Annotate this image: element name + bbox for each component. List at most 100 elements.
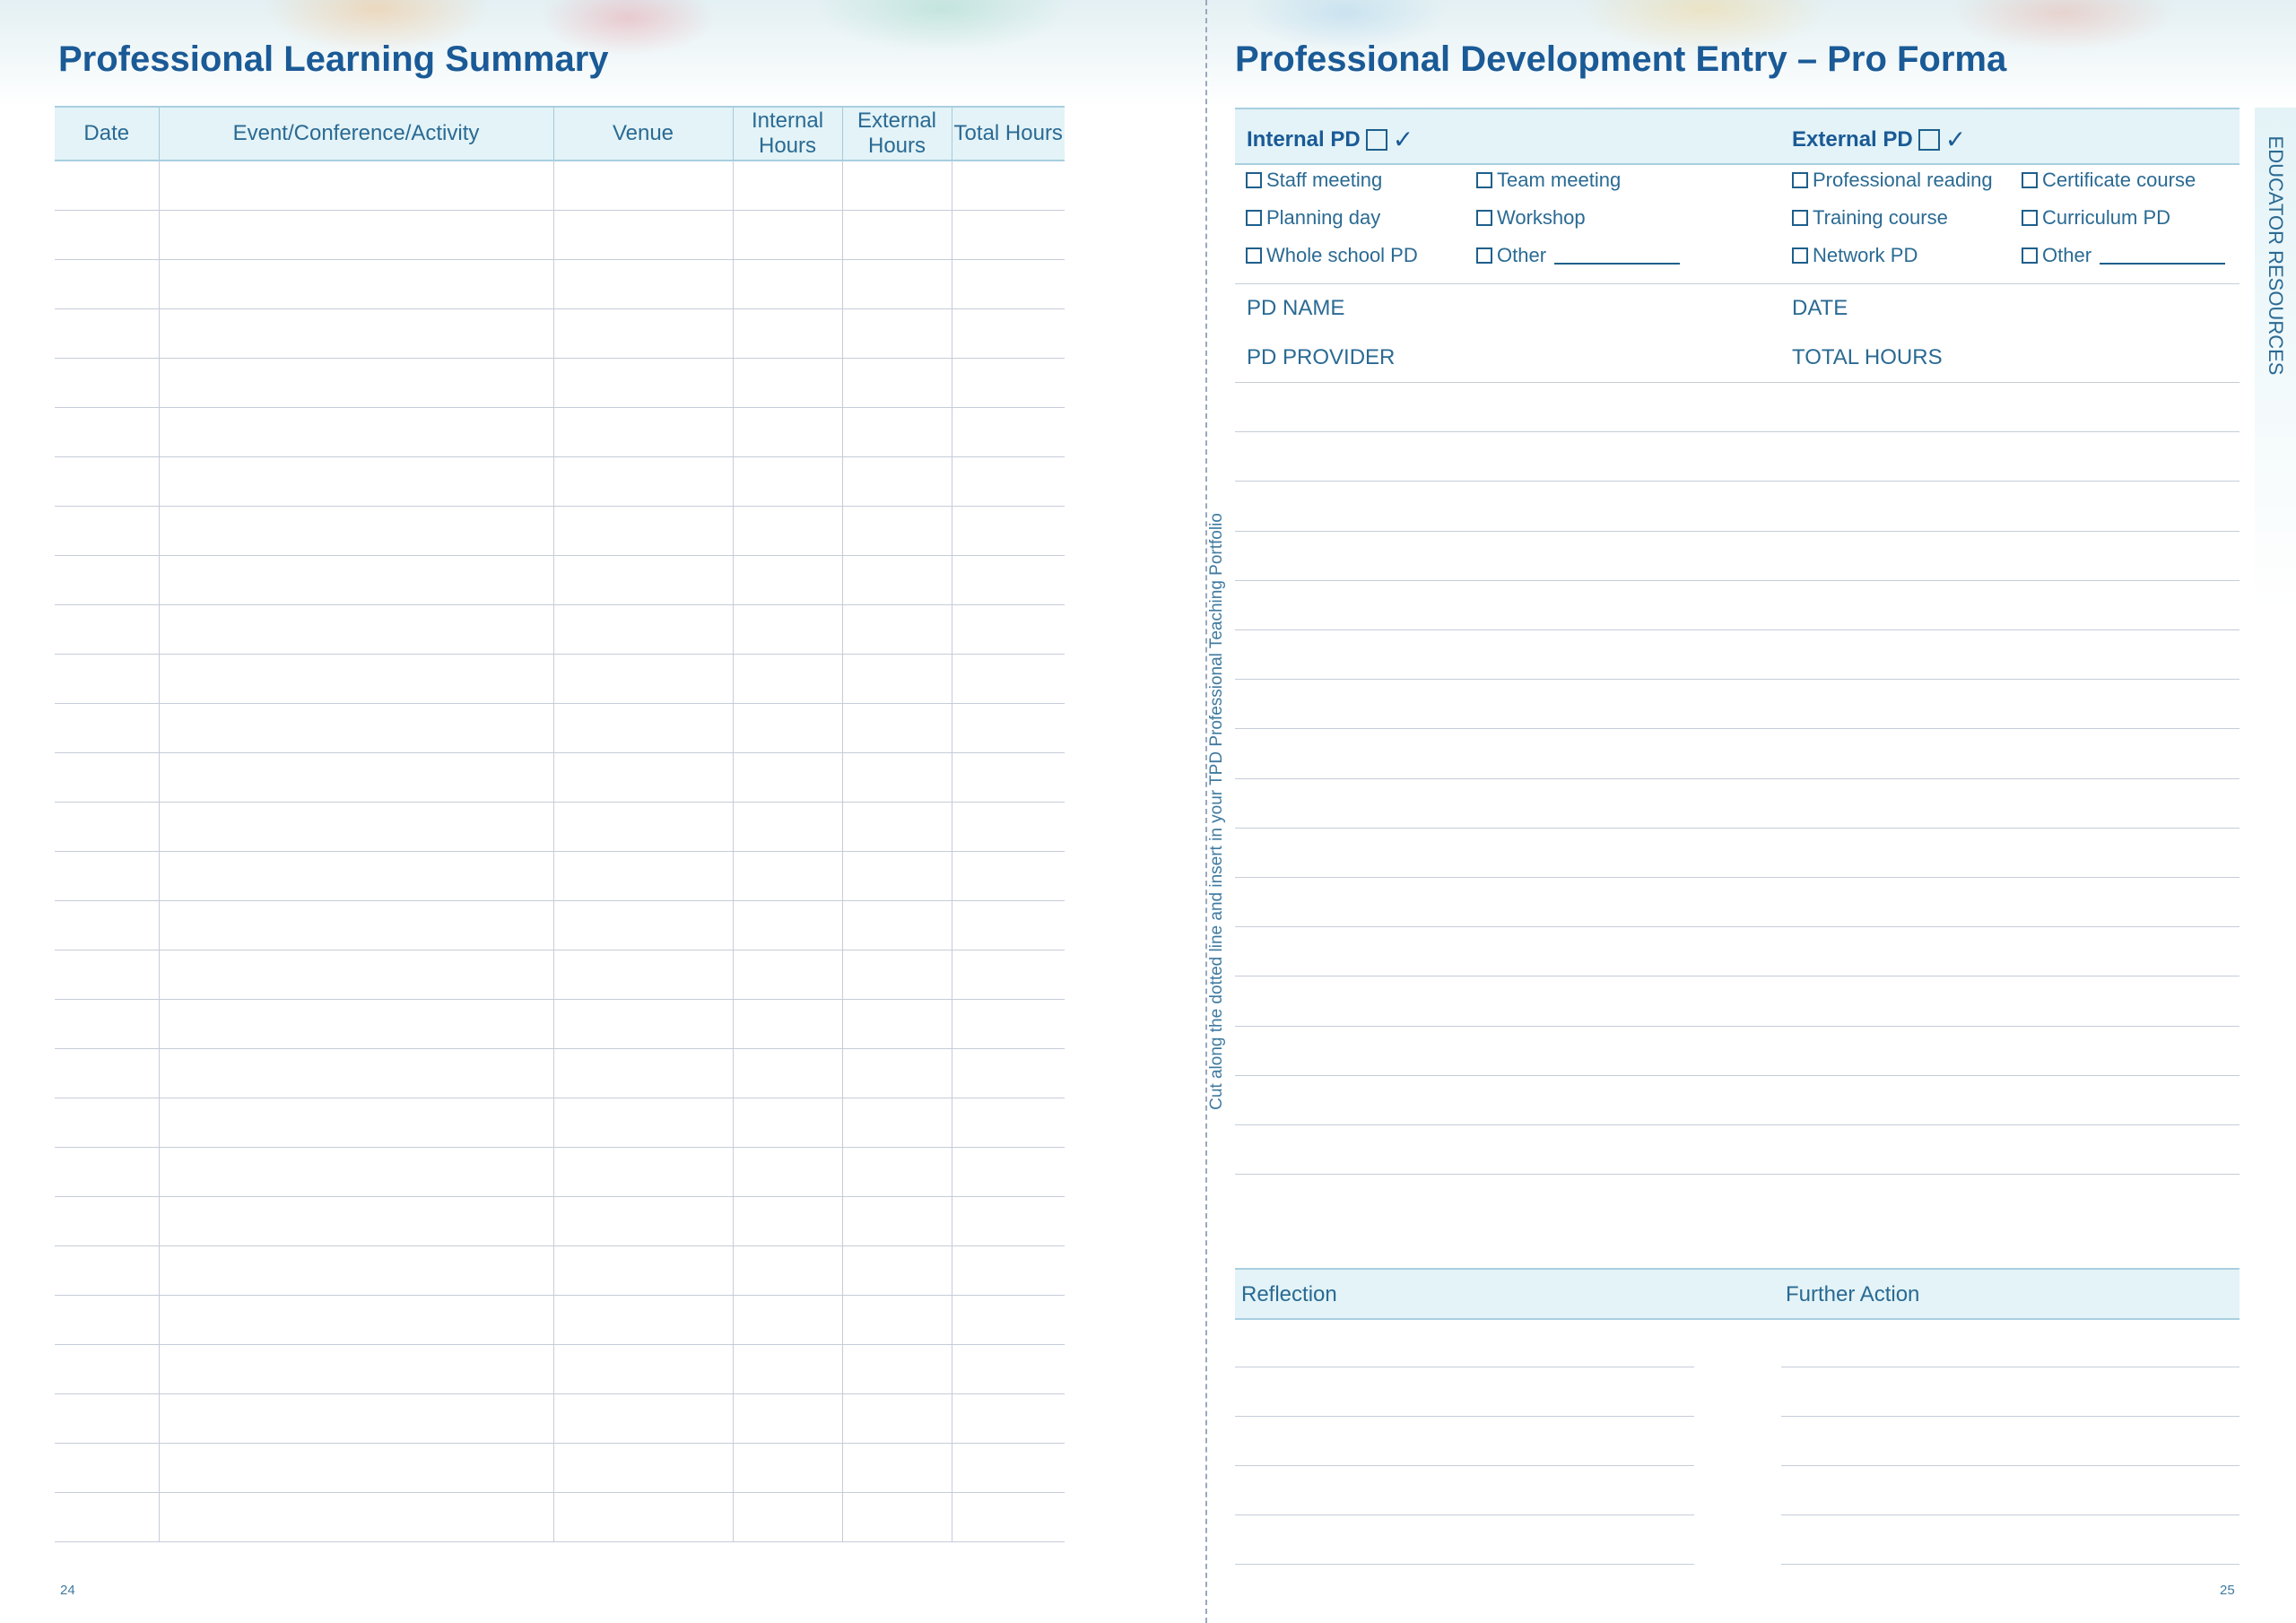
table-cell[interactable] bbox=[55, 210, 159, 260]
table-cell[interactable] bbox=[158, 752, 553, 803]
table-cell[interactable] bbox=[552, 308, 733, 359]
table-cell[interactable] bbox=[158, 950, 553, 1000]
table-cell[interactable] bbox=[55, 900, 159, 950]
table-cell[interactable] bbox=[951, 259, 1065, 309]
table-cell[interactable] bbox=[552, 358, 733, 408]
option-network-pd[interactable]: Network PD bbox=[1792, 244, 1918, 267]
table-cell[interactable] bbox=[951, 851, 1065, 901]
other-fill-line[interactable] bbox=[1554, 247, 1681, 265]
table-cell[interactable] bbox=[841, 1492, 952, 1542]
table-cell[interactable] bbox=[951, 1098, 1065, 1148]
table-cell[interactable] bbox=[841, 1443, 952, 1493]
table-cell[interactable] bbox=[55, 1048, 159, 1098]
table-cell[interactable] bbox=[841, 654, 952, 704]
table-cell[interactable] bbox=[552, 1393, 733, 1444]
checkbox[interactable] bbox=[2022, 210, 2038, 226]
table-cell[interactable] bbox=[55, 456, 159, 507]
table-cell[interactable] bbox=[55, 604, 159, 655]
table-cell[interactable] bbox=[55, 308, 159, 359]
table-cell[interactable] bbox=[732, 1344, 842, 1394]
table-cell[interactable] bbox=[158, 555, 553, 605]
table-cell[interactable] bbox=[951, 1344, 1065, 1394]
table-cell[interactable] bbox=[951, 604, 1065, 655]
table-cell[interactable] bbox=[552, 1344, 733, 1394]
table-cell[interactable] bbox=[732, 1492, 842, 1542]
table-cell[interactable] bbox=[732, 703, 842, 753]
table-cell[interactable] bbox=[951, 506, 1065, 556]
checkbox[interactable] bbox=[1246, 172, 1262, 188]
table-cell[interactable] bbox=[732, 456, 842, 507]
table-cell[interactable] bbox=[158, 1443, 553, 1493]
checkbox[interactable] bbox=[1792, 247, 1808, 264]
checkbox[interactable] bbox=[1476, 210, 1492, 226]
table-cell[interactable] bbox=[552, 851, 733, 901]
table-cell[interactable] bbox=[55, 1393, 159, 1444]
table-cell[interactable] bbox=[158, 703, 553, 753]
table-cell[interactable] bbox=[158, 1393, 553, 1444]
table-cell[interactable] bbox=[55, 950, 159, 1000]
table-cell[interactable] bbox=[732, 1196, 842, 1246]
other-fill-line[interactable] bbox=[2100, 247, 2226, 265]
table-cell[interactable] bbox=[158, 1048, 553, 1098]
table-cell[interactable] bbox=[552, 1147, 733, 1197]
table-cell[interactable] bbox=[552, 1245, 733, 1296]
table-cell[interactable] bbox=[55, 1196, 159, 1246]
option-planning-day[interactable]: Planning day bbox=[1246, 206, 1380, 230]
table-cell[interactable] bbox=[552, 1443, 733, 1493]
option-team-meeting[interactable]: Team meeting bbox=[1476, 169, 1621, 192]
note-line[interactable] bbox=[1235, 1025, 2239, 1027]
table-cell[interactable] bbox=[552, 1295, 733, 1345]
note-line[interactable] bbox=[1235, 382, 2239, 383]
table-cell[interactable] bbox=[732, 802, 842, 852]
table-cell[interactable] bbox=[841, 752, 952, 803]
table-cell[interactable] bbox=[158, 851, 553, 901]
checkbox[interactable] bbox=[1246, 210, 1262, 226]
table-cell[interactable] bbox=[55, 555, 159, 605]
table-cell[interactable] bbox=[158, 1098, 553, 1148]
option-internal-other[interactable]: Other bbox=[1476, 244, 1681, 267]
table-cell[interactable] bbox=[841, 802, 952, 852]
table-cell[interactable] bbox=[158, 161, 553, 211]
table-cell[interactable] bbox=[732, 752, 842, 803]
table-cell[interactable] bbox=[841, 1344, 952, 1394]
table-cell[interactable] bbox=[55, 1492, 159, 1542]
table-cell[interactable] bbox=[841, 1245, 952, 1296]
table-cell[interactable] bbox=[732, 950, 842, 1000]
reflection-line[interactable] bbox=[1235, 1564, 1694, 1565]
table-cell[interactable] bbox=[55, 703, 159, 753]
table-cell[interactable] bbox=[841, 1393, 952, 1444]
table-cell[interactable] bbox=[552, 900, 733, 950]
note-line[interactable] bbox=[1235, 629, 2239, 630]
table-cell[interactable] bbox=[841, 210, 952, 260]
table-cell[interactable] bbox=[951, 1245, 1065, 1296]
option-professional-reading[interactable]: Professional reading bbox=[1792, 169, 1993, 192]
table-cell[interactable] bbox=[158, 358, 553, 408]
table-cell[interactable] bbox=[55, 802, 159, 852]
note-line[interactable] bbox=[1235, 481, 2239, 482]
table-cell[interactable] bbox=[158, 802, 553, 852]
table-cell[interactable] bbox=[841, 259, 952, 309]
note-line[interactable] bbox=[1235, 1124, 2239, 1125]
table-cell[interactable] bbox=[951, 1048, 1065, 1098]
table-cell[interactable] bbox=[951, 1492, 1065, 1542]
table-cell[interactable] bbox=[158, 308, 553, 359]
table-cell[interactable] bbox=[732, 1098, 842, 1148]
table-cell[interactable] bbox=[951, 654, 1065, 704]
table-cell[interactable] bbox=[552, 999, 733, 1049]
table-cell[interactable] bbox=[158, 1492, 553, 1542]
table-cell[interactable] bbox=[55, 506, 159, 556]
table-cell[interactable] bbox=[841, 900, 952, 950]
table-cell[interactable] bbox=[841, 506, 952, 556]
table-cell[interactable] bbox=[951, 161, 1065, 211]
table-cell[interactable] bbox=[841, 604, 952, 655]
table-cell[interactable] bbox=[841, 1196, 952, 1246]
table-cell[interactable] bbox=[158, 259, 553, 309]
table-cell[interactable] bbox=[552, 259, 733, 309]
table-cell[interactable] bbox=[552, 210, 733, 260]
table-cell[interactable] bbox=[158, 999, 553, 1049]
table-cell[interactable] bbox=[732, 851, 842, 901]
table-cell[interactable] bbox=[841, 407, 952, 457]
table-cell[interactable] bbox=[841, 703, 952, 753]
table-cell[interactable] bbox=[732, 1147, 842, 1197]
table-cell[interactable] bbox=[841, 358, 952, 408]
